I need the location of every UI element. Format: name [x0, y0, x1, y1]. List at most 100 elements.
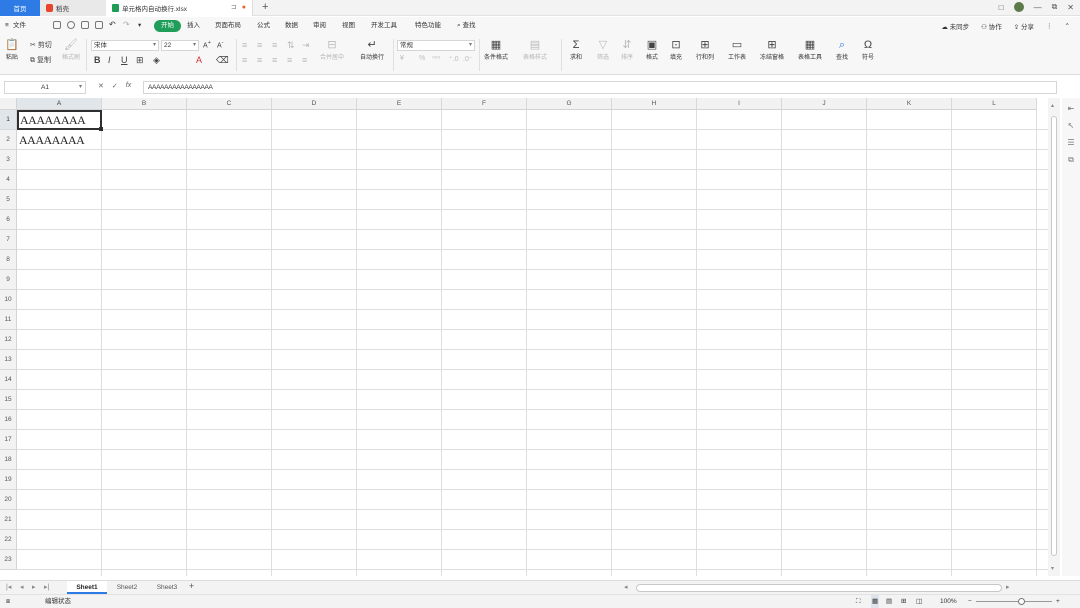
row-header-5[interactable]: 5: [0, 190, 17, 210]
italic-button[interactable]: I: [108, 55, 111, 65]
horizontal-scroll-thumb[interactable]: [636, 584, 1002, 592]
macro-record-icon[interactable]: ⧈: [6, 595, 10, 608]
row-header-11[interactable]: 11: [0, 310, 17, 330]
increase-decimal-icon[interactable]: ⁺.0: [449, 55, 459, 63]
more-icon[interactable]: ⋮: [1046, 22, 1053, 30]
scroll-down-icon[interactable]: ▾: [1051, 565, 1054, 572]
quick-access-dropdown-icon[interactable]: ▾: [138, 20, 141, 32]
unsaved-dot-icon[interactable]: ●: [242, 4, 246, 11]
column-header-j[interactable]: J: [782, 98, 867, 110]
hamburger-icon[interactable]: ≡: [5, 20, 9, 32]
add-sheet-button[interactable]: +: [189, 581, 194, 591]
thousands-icon[interactable]: ⁰⁰⁰: [432, 55, 440, 63]
print-icon[interactable]: [67, 21, 75, 29]
fill-color-icon[interactable]: ◈: [153, 55, 160, 66]
row-header-23[interactable]: 23: [0, 550, 17, 570]
sum-button[interactable]: Σ 求和: [570, 39, 582, 61]
row-header-4[interactable]: 4: [0, 170, 17, 190]
undo-icon[interactable]: ↶: [109, 19, 116, 31]
sort-button[interactable]: ⇵ 排序: [621, 39, 633, 61]
menu-file[interactable]: 文件: [13, 20, 26, 32]
zoom-in-icon[interactable]: +: [1056, 595, 1060, 608]
last-sheet-icon[interactable]: ▸|: [44, 583, 49, 591]
column-header-i[interactable]: I: [697, 98, 782, 110]
bold-button[interactable]: B: [94, 55, 101, 65]
sheet-tab-1[interactable]: Sheet1: [67, 581, 107, 594]
decrease-decimal-icon[interactable]: .0⁻: [463, 55, 473, 63]
share-button[interactable]: ⇪ 分享: [1014, 21, 1034, 31]
row-header-19[interactable]: 19: [0, 470, 17, 490]
freeze-panes-button[interactable]: ⊞ 冻结窗格: [760, 39, 784, 61]
docer-tab[interactable]: 稻壳: [40, 0, 106, 16]
cell-area[interactable]: [17, 110, 1048, 576]
merge-center-button[interactable]: ⊟ 合并居中: [320, 39, 344, 61]
number-format-select[interactable]: 常规: [397, 40, 475, 51]
sheet-tab-3[interactable]: Sheet3: [147, 581, 187, 594]
format-button[interactable]: ▣ 格式: [646, 39, 658, 61]
row-header-21[interactable]: 21: [0, 510, 17, 530]
column-header-k[interactable]: K: [867, 98, 952, 110]
text-direction-icon[interactable]: ⇅: [287, 40, 295, 51]
align-left-icon[interactable]: ≡: [242, 55, 247, 65]
column-header-d[interactable]: D: [272, 98, 357, 110]
menu-tab-developer[interactable]: 开发工具: [371, 20, 397, 32]
row-header-6[interactable]: 6: [0, 210, 17, 230]
row-header-8[interactable]: 8: [0, 250, 17, 270]
filter-button[interactable]: ▽ 筛选: [597, 39, 609, 61]
menu-tab-data[interactable]: 数据: [285, 20, 298, 32]
menu-tab-review[interactable]: 审阅: [313, 20, 326, 32]
row-header-17[interactable]: 17: [0, 430, 17, 450]
zoom-out-icon[interactable]: −: [968, 595, 972, 608]
panel-expand-icon[interactable]: ⇤: [1068, 104, 1075, 113]
row-header-15[interactable]: 15: [0, 390, 17, 410]
row-header-13[interactable]: 13: [0, 350, 17, 370]
reading-mode-icon[interactable]: ◫: [916, 595, 922, 608]
home-tab[interactable]: 首页: [0, 0, 40, 16]
collapse-ribbon-icon[interactable]: ⌃: [1065, 22, 1070, 30]
window-layout-icon[interactable]: □: [999, 3, 1004, 12]
column-header-a[interactable]: A: [17, 98, 102, 110]
scroll-up-icon[interactable]: ▴: [1051, 102, 1054, 109]
align-top-icon[interactable]: ≡: [242, 40, 247, 50]
cut-button[interactable]: ✂ 剪切: [30, 40, 52, 50]
formula-input[interactable]: AAAAAAAAAAAAAAAA: [143, 81, 1057, 94]
cell-a2[interactable]: AAAAAAAA: [17, 130, 102, 150]
menu-tab-formulas[interactable]: 公式: [257, 20, 270, 32]
column-header-b[interactable]: B: [102, 98, 187, 110]
sync-status[interactable]: ☁ 未同步: [941, 21, 969, 31]
export-pdf-icon[interactable]: [81, 21, 89, 29]
table-tools-button[interactable]: ▦ 表格工具: [798, 39, 822, 61]
copy-button[interactable]: ⧉ 复制: [30, 55, 51, 65]
select-cursor-icon[interactable]: ↖: [1068, 121, 1075, 130]
name-box[interactable]: A1: [4, 81, 86, 94]
percent-button[interactable]: %: [419, 55, 425, 62]
font-color-icon[interactable]: A: [196, 55, 202, 65]
menu-search[interactable]: ⌕ 查找: [457, 20, 475, 32]
conditional-format-button[interactable]: ▦ 条件格式: [484, 39, 508, 61]
worksheet-button[interactable]: ▭ 工作表: [728, 39, 746, 61]
row-header-14[interactable]: 14: [0, 370, 17, 390]
properties-icon[interactable]: ☰: [1067, 138, 1074, 147]
row-header-9[interactable]: 9: [0, 270, 17, 290]
increase-font-icon[interactable]: A+: [203, 40, 211, 49]
symbol-button[interactable]: Ω 符号: [862, 39, 874, 61]
decrease-font-icon[interactable]: A-: [217, 40, 224, 49]
paste-button[interactable]: 📋 粘贴: [5, 39, 19, 61]
font-name-select[interactable]: 宋体: [91, 40, 159, 51]
border-icon[interactable]: ⊞: [136, 55, 144, 66]
insert-function-icon[interactable]: fx: [126, 82, 131, 90]
distribute-icon[interactable]: ≡: [302, 55, 307, 65]
menu-tab-page-layout[interactable]: 页面布局: [215, 20, 241, 32]
column-header-l[interactable]: L: [952, 98, 1037, 110]
align-center-icon[interactable]: ≡: [257, 55, 262, 65]
wrap-text-button[interactable]: ↵ 自动换行: [360, 39, 384, 61]
align-middle-icon[interactable]: ≡: [257, 40, 262, 50]
row-header-12[interactable]: 12: [0, 330, 17, 350]
sheet-tab-2[interactable]: Sheet2: [107, 581, 147, 594]
justify-icon[interactable]: ≡: [287, 55, 292, 65]
next-sheet-icon[interactable]: ▸: [32, 583, 36, 591]
underline-button[interactable]: U: [121, 55, 128, 65]
row-header-22[interactable]: 22: [0, 530, 17, 550]
menu-tab-home[interactable]: 开始: [154, 20, 181, 32]
new-tab-button[interactable]: +: [262, 1, 268, 13]
